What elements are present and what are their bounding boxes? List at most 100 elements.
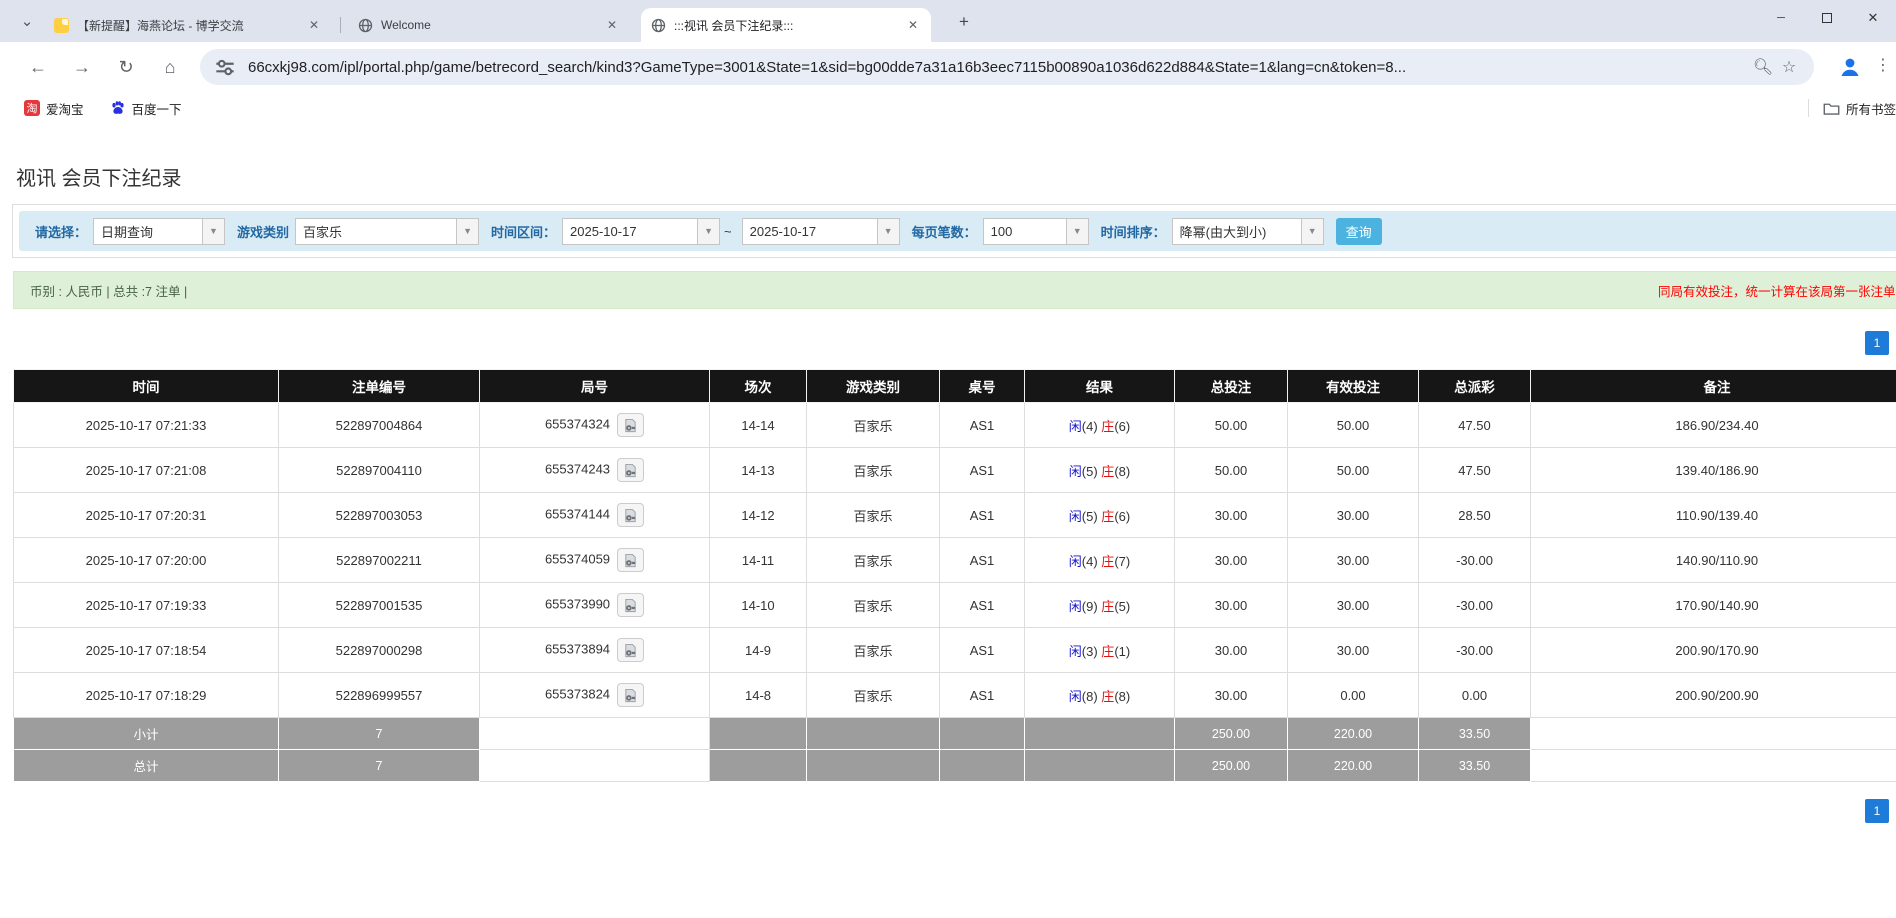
date-from-combobox[interactable]: 2025-10-17 ▼ <box>562 218 720 245</box>
game-type-label: 游戏类别 <box>237 222 289 241</box>
cell-total-bet[interactable]: 50.00 <box>1175 403 1288 448</box>
chevron-down-icon[interactable]: ▼ <box>1301 219 1323 244</box>
tab-forum[interactable]: 【新提醒】海燕论坛 - 博学交流 ✕ <box>44 8 332 42</box>
address-bar[interactable]: 66cxkj98.com/ipl/portal.php/game/betreco… <box>200 49 1814 85</box>
cell-round-id: 655374243 <box>480 448 710 493</box>
cell-game-type: 百家乐 <box>807 628 940 673</box>
bookmark-label: 百度一下 <box>132 99 182 118</box>
banker-result: 庄 <box>1101 599 1114 614</box>
cell-session: 14-10 <box>710 583 807 628</box>
search-button[interactable]: 查询 <box>1336 218 1382 245</box>
back-icon[interactable]: ← <box>24 53 52 81</box>
chevron-down-icon[interactable]: ▼ <box>1066 219 1088 244</box>
select-label: 请选择： <box>35 222 87 241</box>
maximize-button[interactable] <box>1804 0 1850 36</box>
tab-close-icon[interactable]: ✕ <box>306 17 322 33</box>
column-header: 总投注 <box>1175 370 1288 403</box>
banker-result: 庄 <box>1101 644 1114 659</box>
video-replay-button[interactable] <box>617 458 644 482</box>
url-text: 66cxkj98.com/ipl/portal.php/game/betreco… <box>248 59 1750 76</box>
pagination-page-1-top[interactable]: 1 <box>1865 331 1889 355</box>
game-type-combobox[interactable]: 百家乐 ▼ <box>295 218 479 245</box>
cell-game-type: 百家乐 <box>807 583 940 628</box>
chevron-down-icon[interactable]: ▼ <box>697 219 719 244</box>
query-type-combobox[interactable]: 日期查询 ▼ <box>93 218 225 245</box>
cell-result: 闲(9) 庄(5) <box>1025 583 1175 628</box>
new-tab-button[interactable]: + <box>952 10 976 34</box>
sort-label: 时间排序： <box>1101 222 1166 241</box>
pagination-page-1-bottom[interactable]: 1 <box>1865 799 1889 823</box>
video-replay-button[interactable] <box>617 548 644 572</box>
date-to-combobox[interactable]: 2025-10-17 ▼ <box>742 218 900 245</box>
cell-total-bet[interactable]: 30.00 <box>1175 538 1288 583</box>
chevron-down-icon[interactable]: ▼ <box>877 219 899 244</box>
forward-icon[interactable]: → <box>68 53 96 81</box>
cell-session: 14-13 <box>710 448 807 493</box>
cell-total-bet[interactable]: 50.00 <box>1175 448 1288 493</box>
cell-valid-bet: 30.00 <box>1288 538 1419 583</box>
taobao-icon: 淘 <box>24 100 40 116</box>
video-replay-button[interactable] <box>617 683 644 707</box>
bookmarks-divider <box>1808 99 1809 117</box>
summary-empty <box>940 750 1025 782</box>
tab-close-icon[interactable]: ✕ <box>905 17 921 33</box>
summary-empty <box>710 750 807 782</box>
browser-menu-icon[interactable]: ⋮ <box>1874 55 1892 79</box>
cell-table-no: AS1 <box>940 403 1025 448</box>
cell-table-no: AS1 <box>940 673 1025 718</box>
column-header: 总派彩 <box>1419 370 1531 403</box>
date-from-value: 2025-10-17 <box>563 219 697 244</box>
all-bookmarks[interactable]: 所有书签 <box>1808 92 1896 124</box>
player-result: 闲 <box>1069 419 1082 434</box>
cell-game-type: 百家乐 <box>807 673 940 718</box>
minimize-button[interactable]: ─ <box>1758 0 1804 36</box>
cell-bet-id: 522897000298 <box>279 628 480 673</box>
profile-avatar-icon[interactable] <box>1838 55 1862 79</box>
video-replay-button[interactable] <box>617 413 644 437</box>
tab-betrecord-active[interactable]: :::视讯 会员下注纪录::: ✕ <box>641 8 931 42</box>
summary-empty <box>807 750 940 782</box>
bookmark-star-icon[interactable]: ☆ <box>1776 54 1802 80</box>
chevron-down-icon[interactable]: ▼ <box>202 219 224 244</box>
cell-payout: 47.50 <box>1419 448 1531 493</box>
bookmark-taobao[interactable]: 淘 爱淘宝 <box>24 99 84 118</box>
summary-empty <box>710 718 807 750</box>
all-bookmarks-label: 所有书签 <box>1846 99 1896 118</box>
chevron-down-icon[interactable]: ▼ <box>456 219 478 244</box>
cell-bet-id: 522897003053 <box>279 493 480 538</box>
tab-close-icon[interactable]: ✕ <box>604 17 620 33</box>
tab-search-chevron-icon[interactable]: ⌄ <box>14 8 40 34</box>
cell-table-no: AS1 <box>940 583 1025 628</box>
sort-combobox[interactable]: 降幂(由大到小) ▼ <box>1172 218 1324 245</box>
bookmark-baidu[interactable]: 百度一下 <box>110 99 182 118</box>
cell-total-bet[interactable]: 30.00 <box>1175 628 1288 673</box>
reload-icon[interactable]: ↻ <box>112 53 140 81</box>
home-icon[interactable]: ⌂ <box>156 53 184 81</box>
video-replay-button[interactable] <box>617 593 644 617</box>
cell-total-bet[interactable]: 30.00 <box>1175 493 1288 538</box>
cell-note: 200.90/170.90 <box>1531 628 1896 673</box>
close-window-button[interactable]: ✕ <box>1850 0 1896 36</box>
cell-total-bet[interactable]: 30.00 <box>1175 583 1288 628</box>
cell-result: 闲(4) 庄(6) <box>1025 403 1175 448</box>
summary-valid-bet: 220.00 <box>1288 750 1419 782</box>
summary-empty <box>1025 718 1175 750</box>
video-replay-button[interactable] <box>617 638 644 662</box>
cell-round-id: 655373894 <box>480 628 710 673</box>
cell-bet-id: 522897002211 <box>279 538 480 583</box>
video-replay-button[interactable] <box>617 503 644 527</box>
page-size-combobox[interactable]: 100 ▼ <box>983 218 1089 245</box>
tab-welcome[interactable]: Welcome ✕ <box>348 8 630 42</box>
cell-total-bet[interactable]: 30.00 <box>1175 673 1288 718</box>
cell-game-type: 百家乐 <box>807 538 940 583</box>
table-row: 2025-10-17 07:18:54522897000298655373894… <box>14 628 1896 673</box>
banker-result: 庄 <box>1101 689 1114 704</box>
zoom-page-icon[interactable]: 🔍︎ <box>1750 54 1776 80</box>
summary-count: 7 <box>279 750 480 782</box>
window-controls: ─ ✕ <box>1758 0 1896 36</box>
summary-bar: 币别 : 人民币 | 总共 :7 注单 | 同局有效投注，统一计算在该局第一张注… <box>13 271 1896 309</box>
site-info-icon[interactable] <box>212 54 238 80</box>
cell-game-type: 百家乐 <box>807 403 940 448</box>
cell-session: 14-12 <box>710 493 807 538</box>
column-header: 结果 <box>1025 370 1175 403</box>
